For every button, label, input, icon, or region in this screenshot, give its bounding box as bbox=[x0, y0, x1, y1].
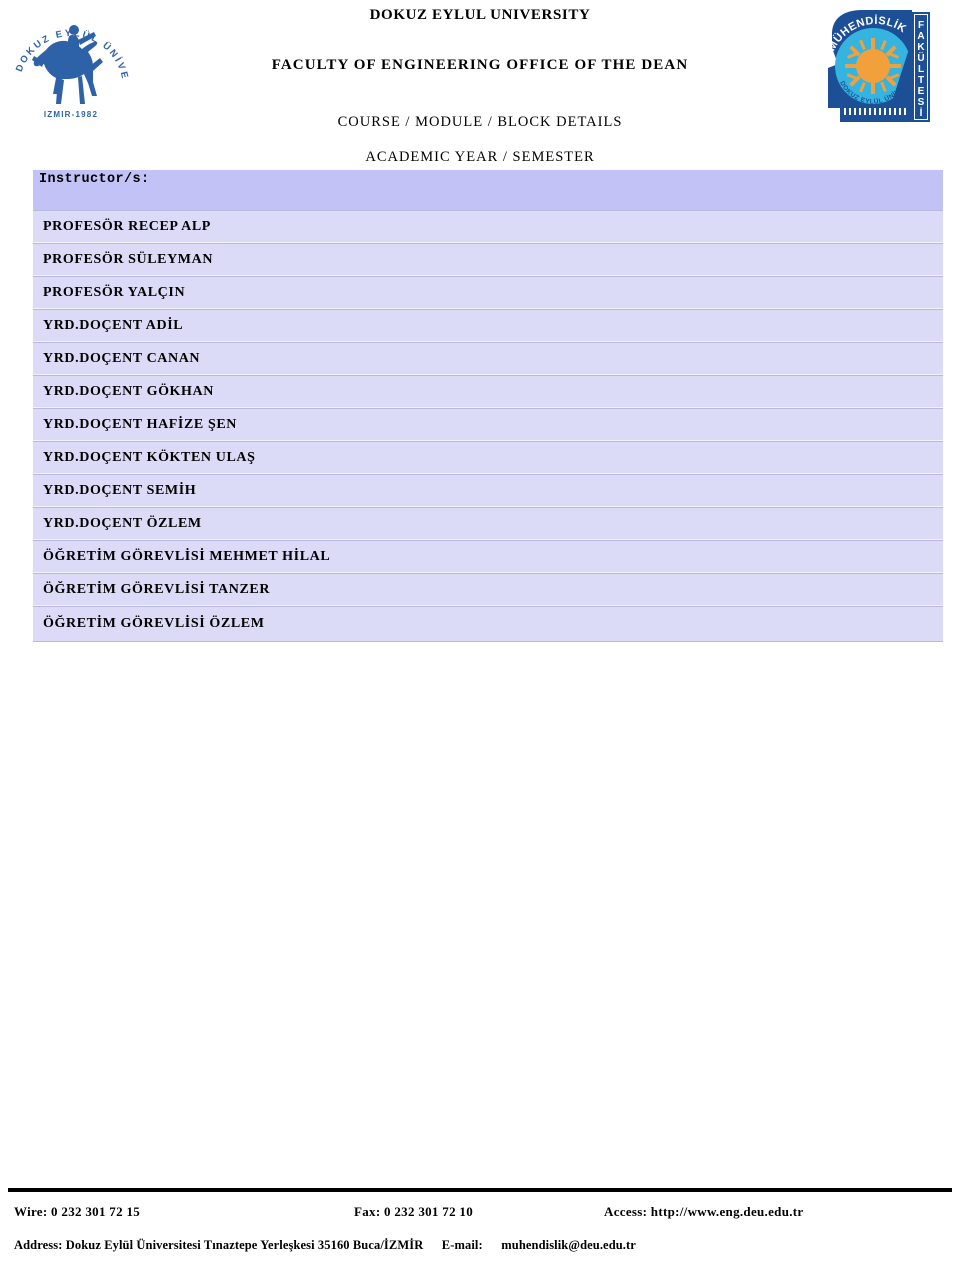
table-row: PROFESÖR RECEP ALP bbox=[33, 210, 943, 243]
svg-text:K: K bbox=[917, 42, 925, 53]
table-row: PROFESÖR SÜLEYMAN bbox=[33, 243, 943, 276]
svg-text:IZMIR-1982: IZMIR-1982 bbox=[44, 110, 98, 119]
instructor-name: PROFESÖR YALÇIN bbox=[43, 284, 186, 300]
table-row: YRD.DOÇENT GÖKHAN bbox=[33, 375, 943, 408]
svg-text:İ: İ bbox=[920, 106, 923, 119]
instructor-name: PROFESÖR RECEP ALP bbox=[43, 218, 211, 234]
header-title-block: DOKUZ EYLUL UNIVERSITY FACULTY OF ENGINE… bbox=[150, 0, 810, 166]
footer-address-label: Address: bbox=[14, 1238, 63, 1252]
faculty-title: FACULTY OF ENGINEERING OFFICE OF THE DEA… bbox=[271, 57, 689, 73]
svg-text:E: E bbox=[918, 86, 925, 97]
academic-year-title: ACADEMIC YEAR / SEMESTER bbox=[365, 149, 595, 165]
instructor-name: ÖĞRETİM GÖREVLİSİ MEHMET HİLAL bbox=[43, 548, 331, 564]
page-footer: Wire: 0 232 301 72 15 Fax: 0 232 301 72 … bbox=[0, 1188, 960, 1266]
table-row: ÖĞRETİM GÖREVLİSİ TANZER bbox=[33, 573, 943, 606]
table-row: YRD.DOÇENT CANAN bbox=[33, 342, 943, 375]
instructor-name: YRD.DOÇENT GÖKHAN bbox=[43, 383, 214, 399]
footer-address-line: Address: Dokuz Eylül Üniversitesi Tınazt… bbox=[14, 1238, 946, 1253]
dokuz-eylul-university-seal-icon: DOKUZ EYLÜL ÜNİVERSİTESİ IZMIR-1982 bbox=[8, 4, 134, 126]
instructor-cell: PROFESÖR SÜLEYMAN bbox=[33, 243, 943, 276]
svg-text:L: L bbox=[918, 64, 924, 75]
table-row: YRD.DOÇENT HAFİZE ŞEN bbox=[33, 408, 943, 441]
footer-divider bbox=[8, 1188, 952, 1192]
instructor-cell: YRD.DOÇENT CANAN bbox=[33, 342, 943, 375]
instructors-table-body: PROFESÖR RECEP ALP PROFESÖR SÜLEYMAN PROFE… bbox=[33, 210, 943, 642]
footer-contact-line: Wire: 0 232 301 72 15 Fax: 0 232 301 72 … bbox=[14, 1204, 946, 1220]
instructor-cell: YRD.DOÇENT HAFİZE ŞEN bbox=[33, 408, 943, 441]
table-row: ÖĞRETİM GÖREVLİSİ MEHMET HİLAL bbox=[33, 540, 943, 573]
svg-text:Ü: Ü bbox=[917, 51, 924, 64]
instructor-cell: YRD.DOÇENT ADİL bbox=[33, 309, 943, 342]
instructor-name: PROFESÖR SÜLEYMAN bbox=[43, 251, 214, 267]
instructor-cell: YRD.DOÇENT KÖKTEN ULAŞ bbox=[33, 441, 943, 474]
instructor-name: YRD.DOÇENT ADİL bbox=[43, 317, 184, 333]
svg-text:T: T bbox=[918, 75, 924, 86]
footer-email-value[interactable]: muhendislik@deu.edu.tr bbox=[501, 1238, 636, 1252]
table-row: YRD.DOÇENT ADİL bbox=[33, 309, 943, 342]
engineering-faculty-seal-icon: MÜHENDİSLİK DOKUZ EYLÜL ÜNİVERSİTESİ FAK… bbox=[816, 4, 948, 128]
svg-text:S: S bbox=[918, 97, 925, 108]
instructor-cell: YRD.DOÇENT ÖZLEM bbox=[33, 507, 943, 540]
table-row: PROFESÖR YALÇIN bbox=[33, 276, 943, 309]
instructor-cell: YRD.DOÇENT SEMİH bbox=[33, 474, 943, 507]
instructor-name: YRD.DOÇENT SEMİH bbox=[43, 482, 197, 498]
instructors-table-head: Instructor/s: bbox=[33, 170, 943, 210]
instructor-cell: YRD.DOÇENT GÖKHAN bbox=[33, 375, 943, 408]
table-row: YRD.DOÇENT ÖZLEM bbox=[33, 507, 943, 540]
instructor-cell: ÖĞRETİM GÖREVLİSİ MEHMET HİLAL bbox=[33, 540, 943, 573]
footer-address-value: Dokuz Eylül Üniversitesi Tınaztepe Yerle… bbox=[65, 1238, 424, 1252]
table-row: YRD.DOÇENT KÖKTEN ULAŞ bbox=[33, 441, 943, 474]
table-row: ÖĞRETİM GÖREVLİSİ ÖZLEM bbox=[33, 606, 943, 642]
footer-fax: Fax: 0 232 301 72 10 bbox=[354, 1204, 474, 1219]
instructor-name: YRD.DOÇENT ÖZLEM bbox=[43, 515, 202, 531]
instructors-column-header: Instructor/s: bbox=[33, 170, 943, 210]
instructors-table: Instructor/s: PROFESÖR RECEP ALP PROFESÖR… bbox=[33, 170, 943, 642]
table-header-row: Instructor/s: bbox=[33, 170, 943, 210]
instructor-cell: PROFESÖR YALÇIN bbox=[33, 276, 943, 309]
svg-text:A: A bbox=[917, 31, 924, 42]
instructor-name: YRD.DOÇENT HAFİZE ŞEN bbox=[43, 416, 237, 432]
footer-access-url[interactable]: Access: http://www.eng.deu.edu.tr bbox=[604, 1204, 946, 1220]
instructor-name: ÖĞRETİM GÖREVLİSİ TANZER bbox=[43, 581, 271, 597]
course-details-title: COURSE / MODULE / BLOCK DETAILS bbox=[337, 114, 623, 130]
instructor-cell: ÖĞRETİM GÖREVLİSİ ÖZLEM bbox=[33, 606, 943, 642]
instructor-name: YRD.DOÇENT CANAN bbox=[43, 350, 201, 366]
svg-text:F: F bbox=[918, 20, 924, 31]
instructor-name: YRD.DOÇENT KÖKTEN ULAŞ bbox=[43, 449, 256, 465]
university-title: DOKUZ EYLUL UNIVERSITY bbox=[369, 7, 591, 23]
instructor-name: ÖĞRETİM GÖREVLİSİ ÖZLEM bbox=[43, 616, 265, 631]
page-header: DOKUZ EYLÜL ÜNİVERSİTESİ IZMIR-1982 DOKU… bbox=[0, 0, 960, 170]
footer-email-label: E-mail: bbox=[441, 1238, 483, 1252]
document-body: Instructor/s: PROFESÖR RECEP ALP PROFESÖR… bbox=[0, 170, 960, 642]
footer-wire: Wire: 0 232 301 72 15 bbox=[14, 1204, 141, 1219]
instructor-cell: PROFESÖR RECEP ALP bbox=[33, 210, 943, 243]
table-row: YRD.DOÇENT SEMİH bbox=[33, 474, 943, 507]
instructor-cell: ÖĞRETİM GÖREVLİSİ TANZER bbox=[33, 573, 943, 606]
